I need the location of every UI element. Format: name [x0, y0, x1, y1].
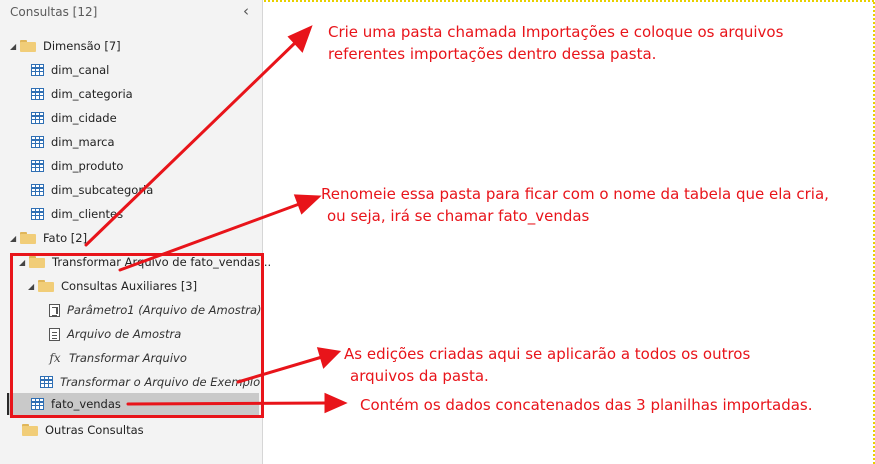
arrow-4-head — [324, 392, 348, 414]
annotation-arrows — [84, 25, 348, 414]
arrow-1 — [84, 38, 300, 247]
arrow-3 — [236, 355, 324, 384]
arrow-2 — [118, 201, 304, 272]
arrow-3-head — [316, 347, 342, 369]
arrow-4 — [126, 401, 328, 406]
arrow-2-head — [293, 194, 322, 215]
